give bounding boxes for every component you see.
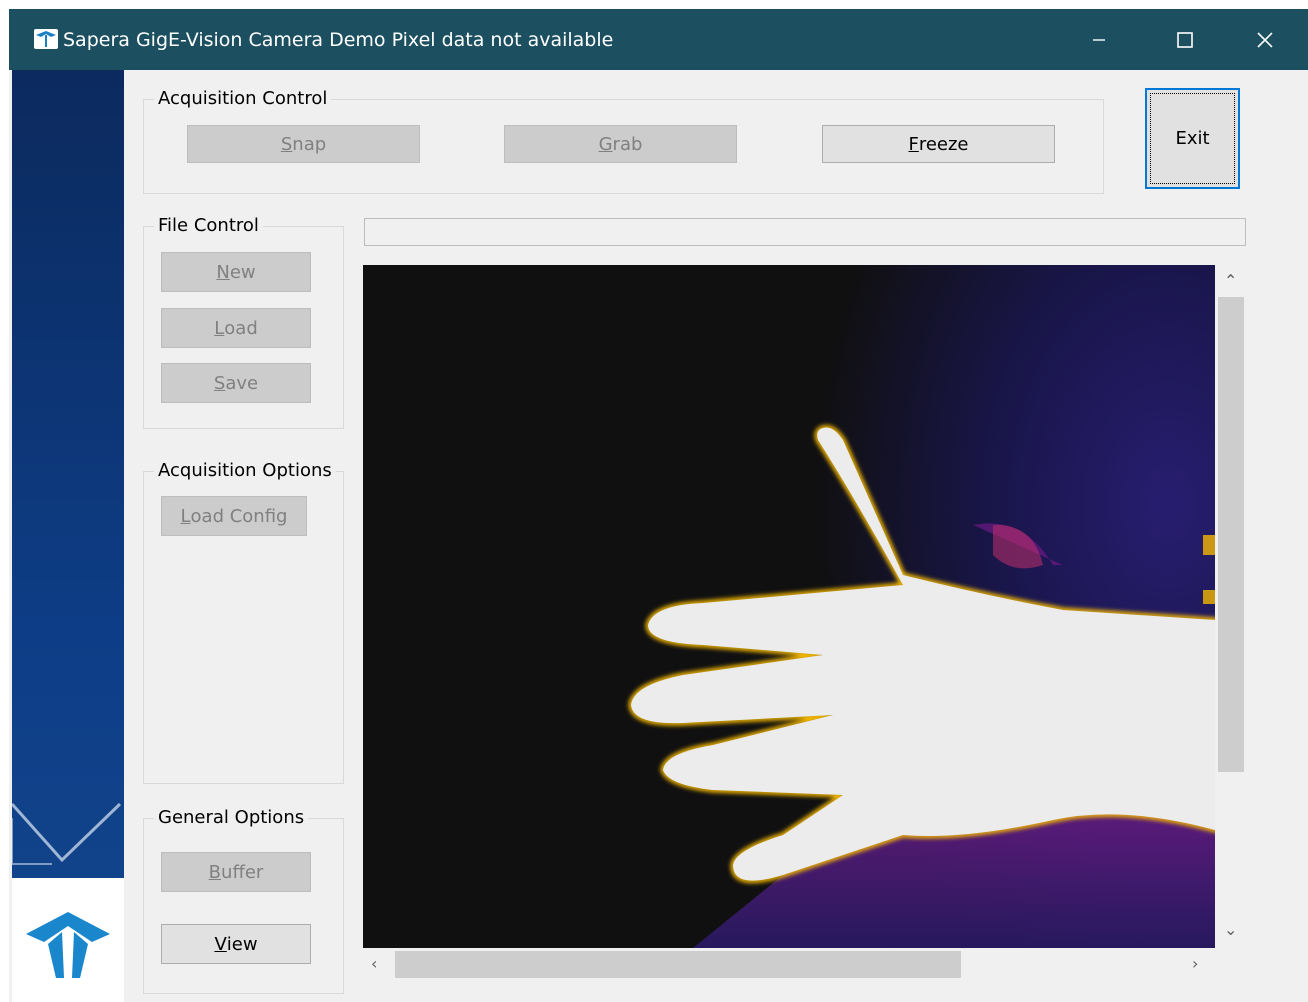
exit-button[interactable]: Exit: [1145, 88, 1240, 189]
snap-button[interactable]: Snap: [187, 125, 420, 163]
horizontal-scrollbar[interactable]: ‹ ›: [363, 948, 1215, 982]
title-bar[interactable]: Sapera GigE-Vision Camera Demo Pixel dat…: [9, 9, 1308, 70]
save-button[interactable]: Save: [161, 363, 311, 403]
teledyne-logo-icon: [26, 912, 110, 978]
image-viewer[interactable]: [363, 265, 1215, 948]
status-bar: [364, 218, 1246, 246]
load-button[interactable]: Load: [161, 308, 311, 348]
chevron-down-icon[interactable]: ⌄: [1224, 920, 1237, 939]
vertical-scrollbar[interactable]: ⌃ ⌄: [1215, 265, 1246, 948]
vertical-scroll-thumb[interactable]: [1218, 297, 1244, 772]
file-control-legend: File Control: [154, 215, 263, 236]
chevron-logo-icon: [12, 802, 122, 865]
general-options-group: General Options: [143, 807, 344, 994]
logo-panel: [12, 878, 124, 1002]
load-config-button[interactable]: Load Config: [161, 496, 307, 536]
teledyne-logo-icon: [34, 29, 58, 49]
chevron-up-icon[interactable]: ⌃: [1224, 271, 1237, 290]
maximize-icon: [1177, 31, 1193, 48]
acquisition-options-legend: Acquisition Options: [154, 460, 336, 481]
minimize-icon: [1093, 38, 1105, 41]
brand-sidebar: [12, 70, 124, 1002]
maximize-button[interactable]: [1142, 9, 1228, 70]
view-button[interactable]: View: [161, 924, 311, 964]
new-button[interactable]: New: [161, 252, 311, 292]
horizontal-scroll-thumb[interactable]: [395, 951, 961, 978]
buffer-button[interactable]: Buffer: [161, 852, 311, 892]
chevron-right-icon[interactable]: ›: [1192, 954, 1198, 973]
close-icon: [1257, 31, 1273, 48]
freeze-button[interactable]: Freeze: [822, 125, 1055, 163]
general-options-legend: General Options: [154, 807, 309, 828]
thermal-image: [363, 265, 1215, 948]
minimize-button[interactable]: [1056, 9, 1142, 70]
chevron-left-icon[interactable]: ‹: [371, 954, 377, 973]
close-button[interactable]: [1222, 9, 1308, 70]
acquisition-control-legend: Acquisition Control: [154, 88, 332, 109]
window-title: Sapera GigE-Vision Camera Demo Pixel dat…: [63, 29, 614, 51]
grab-button[interactable]: Grab: [504, 125, 737, 163]
